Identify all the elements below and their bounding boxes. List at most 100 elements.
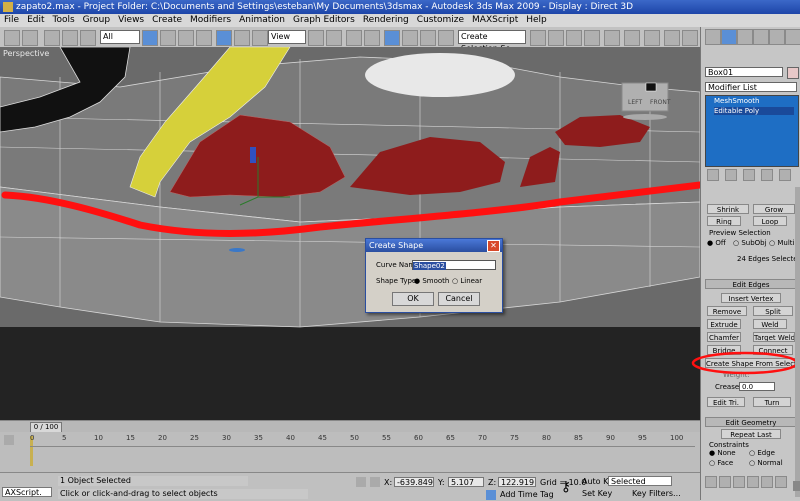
material-editor-icon[interactable]: [604, 30, 620, 46]
configure-modifier-sets-icon[interactable]: [779, 169, 791, 181]
shrink-button[interactable]: Shrink: [707, 204, 749, 214]
constraint-edge-radio[interactable]: ○ Edge: [749, 449, 775, 457]
add-time-tag-button[interactable]: Add Time Tag: [500, 490, 554, 499]
angle-snap-icon[interactable]: [364, 30, 380, 46]
menu-graph-editors[interactable]: Graph Editors: [289, 15, 359, 25]
menu-tools[interactable]: Tools: [49, 15, 79, 25]
turn-button[interactable]: Turn: [753, 397, 791, 407]
manipulate-icon[interactable]: [326, 30, 342, 46]
window-crossing-icon[interactable]: [196, 30, 212, 46]
constraint-none-radio[interactable]: ● None: [709, 449, 736, 457]
menu-group[interactable]: Group: [79, 15, 114, 25]
menu-animation[interactable]: Animation: [235, 15, 289, 25]
key-icon[interactable]: ⚷: [556, 477, 576, 497]
stack-item-editable-poly[interactable]: Editable Poly: [714, 107, 794, 115]
preview-off-radio[interactable]: ● Off: [707, 239, 726, 247]
pan-icon[interactable]: [761, 476, 773, 488]
edit-geometry-rollout[interactable]: Edit Geometry: [705, 417, 797, 427]
viewport-label[interactable]: Perspective: [3, 49, 49, 58]
mirror-icon[interactable]: [438, 30, 454, 46]
unlink-icon[interactable]: [62, 30, 78, 46]
remove-button[interactable]: Remove: [707, 306, 747, 316]
object-color-swatch[interactable]: [787, 67, 799, 79]
modifier-stack[interactable]: MeshSmooth Editable Poly: [705, 95, 799, 167]
time-tag-icon[interactable]: [486, 490, 496, 500]
curve-editor-icon[interactable]: [566, 30, 582, 46]
field-of-view-icon[interactable]: [747, 476, 759, 488]
chamfer-button[interactable]: Chamfer: [707, 332, 741, 342]
viewcube-home-icon[interactable]: [645, 82, 657, 92]
menu-file[interactable]: File: [0, 15, 23, 25]
zoom-all-icon[interactable]: [719, 476, 731, 488]
rendered-frame-window-icon[interactable]: [644, 30, 660, 46]
spinner-snap-icon[interactable]: [402, 30, 418, 46]
menu-edit[interactable]: Edit: [23, 15, 48, 25]
preview-multi-radio[interactable]: ○ Multi: [769, 239, 794, 247]
create-tab-icon[interactable]: [705, 29, 721, 45]
menu-rendering[interactable]: Rendering: [359, 15, 413, 25]
zoom-icon[interactable]: [705, 476, 717, 488]
edit-tri-button[interactable]: Edit Tri.: [707, 397, 745, 407]
key-filters-button[interactable]: Key Filters...: [632, 489, 681, 498]
show-end-result-icon[interactable]: [725, 169, 737, 181]
curve-name-input[interactable]: Shape02: [412, 260, 496, 270]
key-selection-dropdown[interactable]: Selected: [608, 476, 672, 486]
repeat-last-button[interactable]: Repeat Last: [721, 429, 781, 439]
stack-item-meshsmooth[interactable]: MeshSmooth: [714, 97, 759, 105]
constraint-normal-radio[interactable]: ○ Normal: [749, 459, 783, 467]
redo-icon[interactable]: [22, 30, 38, 46]
orbit-icon[interactable]: [775, 476, 787, 488]
select-move-icon[interactable]: [216, 30, 232, 46]
reference-coordinate-dropdown[interactable]: View: [268, 30, 306, 44]
absolute-mode-icon[interactable]: [370, 477, 380, 487]
select-by-name-icon[interactable]: [160, 30, 176, 46]
z-coordinate-input[interactable]: 122.919: [498, 477, 536, 487]
dialog-close-icon[interactable]: ✕: [487, 240, 500, 252]
link-icon[interactable]: [44, 30, 60, 46]
snap-toggle-icon[interactable]: [346, 30, 362, 46]
render-iterative-icon[interactable]: [682, 30, 698, 46]
insert-vertex-button[interactable]: Insert Vertex: [721, 293, 781, 303]
menu-maxscript[interactable]: MAXScript: [468, 15, 522, 25]
ok-button[interactable]: OK: [392, 292, 434, 306]
pin-stack-icon[interactable]: [707, 169, 719, 181]
render-setup-icon[interactable]: [624, 30, 640, 46]
pivot-center-icon[interactable]: [308, 30, 324, 46]
set-key-button[interactable]: Set Key: [582, 489, 612, 498]
select-rotate-icon[interactable]: [234, 30, 250, 46]
smooth-radio[interactable]: ● Smooth: [414, 277, 449, 285]
zoom-extents-icon[interactable]: [733, 476, 745, 488]
ring-button[interactable]: Ring: [707, 216, 741, 226]
linear-radio[interactable]: ○ Linear: [452, 277, 482, 285]
remove-modifier-icon[interactable]: [761, 169, 773, 181]
mini-curve-editor-icon[interactable]: [4, 435, 14, 445]
motion-tab-icon[interactable]: [753, 29, 769, 45]
selection-filter-dropdown[interactable]: All: [100, 30, 140, 44]
schematic-view-icon[interactable]: [584, 30, 600, 46]
bind-space-warp-icon[interactable]: [80, 30, 96, 46]
cancel-button[interactable]: Cancel: [438, 292, 480, 306]
lock-selection-icon[interactable]: [356, 477, 366, 487]
layer-manager-icon[interactable]: [548, 30, 564, 46]
extrude-button[interactable]: Extrude: [707, 319, 741, 329]
track-bar[interactable]: 0 5 10 15 20 25 30 35 40 45 50 55 60 65 …: [0, 432, 700, 472]
edit-edges-rollout[interactable]: Edit Edges: [705, 279, 797, 289]
perspective-viewport[interactable]: Perspective LEFT FRONT: [0, 47, 700, 420]
menu-help[interactable]: Help: [522, 15, 551, 25]
preview-subobj-radio[interactable]: ○ SubObj: [733, 239, 767, 247]
make-unique-icon[interactable]: [743, 169, 755, 181]
x-coordinate-input[interactable]: -639.849: [394, 477, 434, 487]
loop-button[interactable]: Loop: [753, 216, 787, 226]
percent-snap-icon[interactable]: [384, 30, 400, 46]
utilities-tab-icon[interactable]: [785, 29, 800, 45]
maxscript-listener-input[interactable]: AXScript.: [2, 487, 52, 497]
weld-button[interactable]: Weld: [753, 319, 787, 329]
menu-customize[interactable]: Customize: [413, 15, 468, 25]
crease-spinner[interactable]: 0.0: [739, 382, 775, 391]
hierarchy-tab-icon[interactable]: [737, 29, 753, 45]
command-panel-scrollbar[interactable]: [795, 187, 800, 497]
split-button[interactable]: Split: [753, 306, 793, 316]
display-tab-icon[interactable]: [769, 29, 785, 45]
y-coordinate-input[interactable]: 5.107: [448, 477, 484, 487]
undo-icon[interactable]: [4, 30, 20, 46]
